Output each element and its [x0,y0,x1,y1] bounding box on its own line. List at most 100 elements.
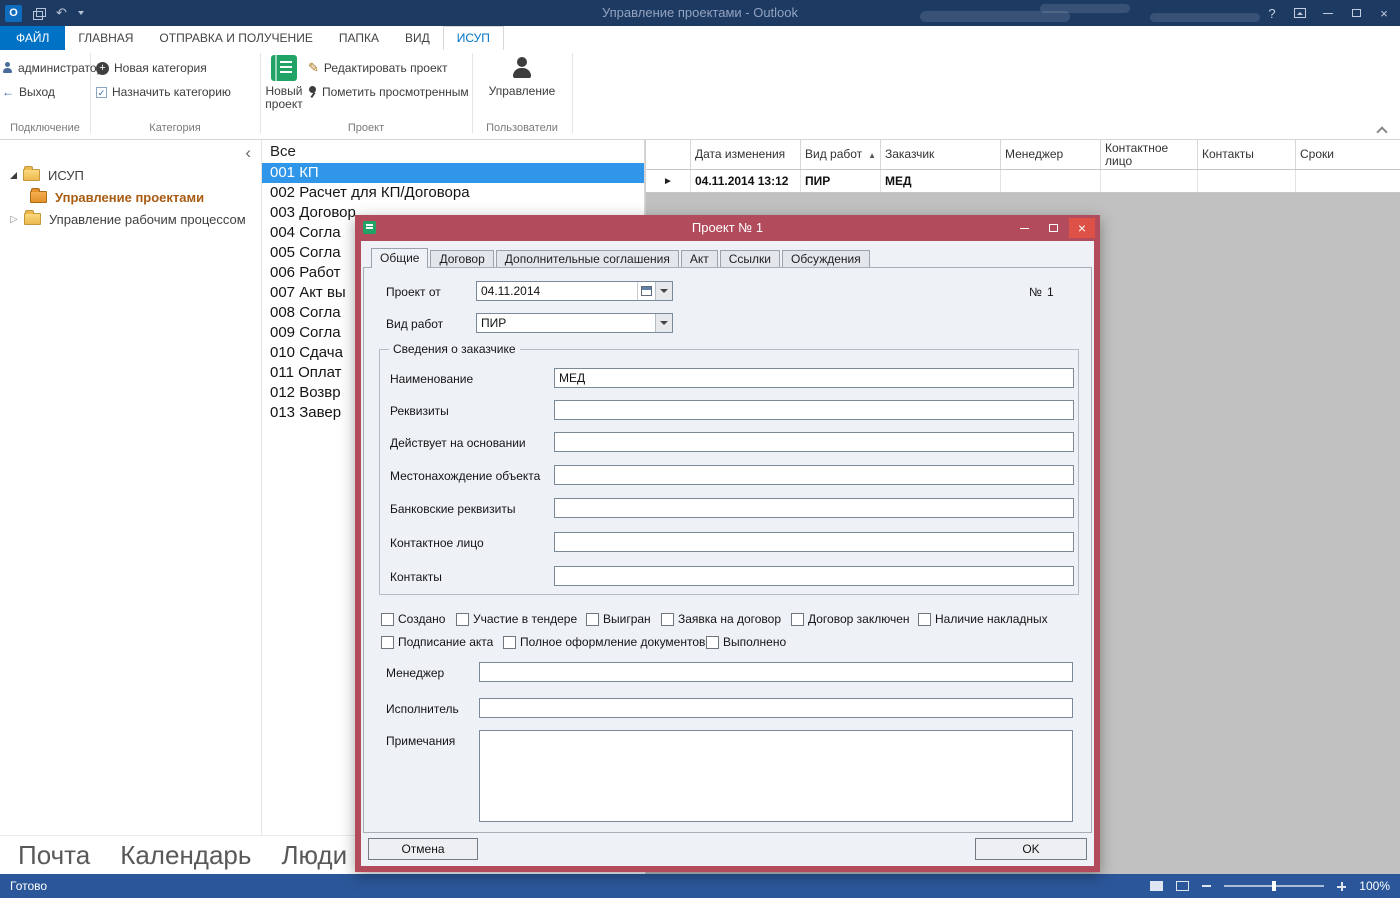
work-type-select[interactable]: ПИР [476,313,673,333]
tree-item-project-management[interactable]: Управление проектами [0,186,261,208]
table-row[interactable]: ► 04.11.2014 13:12 ПИР МЕД [646,170,1400,193]
collapse-folder-pane-icon[interactable]: ‹ [245,144,251,162]
tree-item-project-management-label: Управление проектами [55,189,205,205]
dialog-tab-bar: Общие Договор Дополнительные соглашения … [371,248,872,268]
column-header-marker[interactable] [646,140,691,169]
logged-user-button[interactable]: администратор [2,58,103,78]
minimize-button[interactable] [1314,0,1342,26]
customer-name-input[interactable] [554,368,1074,388]
edit-project-button[interactable]: ✎ Редактировать проект [308,58,448,78]
normal-view-icon[interactable] [1150,881,1164,891]
list-filter-all[interactable]: Все [262,140,644,163]
executor-input[interactable] [479,698,1073,718]
tab-folder[interactable]: ПАПКА [326,26,392,50]
window-controls: ? × [1258,0,1398,26]
close-button[interactable]: × [1370,0,1398,26]
tree-item-workflow-management[interactable]: ▷ Управление рабочим процессом [0,208,261,230]
tree-collapsed-icon[interactable]: ▷ [10,214,18,225]
assign-category-button[interactable]: ✓ Назначить категорию [96,82,231,102]
tab-view[interactable]: ВИД [392,26,443,50]
checkbox-act-signing-label: Подписание акта [398,635,494,649]
dialog-tab-general[interactable]: Общие [371,248,429,268]
object-location-input[interactable] [554,465,1074,485]
checkbox-won-label: Выигран [603,612,651,626]
column-header-customer[interactable]: Заказчик [881,140,1001,169]
dialog-tab-links[interactable]: Ссылки [719,250,780,267]
bank-requisites-input[interactable] [554,498,1074,518]
notes-textarea[interactable] [479,730,1073,822]
collapse-ribbon-icon[interactable] [1376,126,1388,138]
column-header-deadlines[interactable]: Сроки [1296,140,1400,169]
zoom-in-icon[interactable] [1337,881,1347,891]
contacts-input[interactable] [554,566,1074,586]
dialog-tab-discussions[interactable]: Обсуждения [781,250,870,267]
column-header-manager[interactable]: Менеджер [1001,140,1101,169]
restore-button[interactable] [1342,0,1370,26]
manager-input[interactable] [479,662,1073,682]
checkbox-contract-signed[interactable]: Договор заключен [791,612,910,626]
group-separator [572,53,573,133]
acts-on-basis-input[interactable] [554,432,1074,452]
checkbox-created[interactable]: Создано [381,612,445,626]
manager-label: Менеджер [386,666,445,680]
mark-viewed-button[interactable]: Пометить просмотренным [308,82,469,102]
reading-view-icon[interactable] [1176,881,1190,891]
cancel-button[interactable]: Отмена [368,838,478,860]
manage-users-button[interactable]: Управление [478,55,566,98]
nav-mail[interactable]: Почта [18,840,90,871]
tab-home[interactable]: ГЛАВНАЯ [65,26,146,50]
zoom-level[interactable]: 100% [1359,879,1390,893]
zoom-out-icon[interactable] [1202,885,1212,887]
column-header-worktype[interactable]: Вид работ ▲ [801,140,881,169]
contact-person-input[interactable] [554,532,1074,552]
nav-people[interactable]: Люди [281,840,347,871]
project-number-label: № [1029,285,1042,299]
column-header-date[interactable]: Дата изменения [691,140,801,169]
list-item[interactable]: 001 КП [262,163,644,183]
list-item[interactable]: 002 Расчет для КП/Договора [262,183,644,203]
tab-file[interactable]: ФАЙЛ [0,26,66,50]
checkbox-invoices[interactable]: Наличие накладных [918,612,1048,626]
dialog-close-button[interactable]: × [1069,218,1095,238]
clouds-decoration [1040,4,1130,13]
dialog-tab-additional-agreements[interactable]: Дополнительные соглашения [495,250,679,267]
column-header-contacts[interactable]: Контакты [1198,140,1296,169]
tree-expanded-icon[interactable] [10,171,17,179]
project-date-picker[interactable]: 04.11.2014 [476,281,673,301]
executor-label: Исполнитель [386,702,459,716]
dialog-tab-act[interactable]: Акт [680,250,718,267]
checkbox-act-signing[interactable]: Подписание акта [381,635,493,649]
restore-glyph [1351,9,1361,17]
tab-isup[interactable]: ИСУП [442,26,504,50]
ok-button[interactable]: OK [975,838,1087,860]
tree-item-isup[interactable]: ИСУП [0,164,261,186]
dialog-minimize-button[interactable] [1011,218,1037,238]
checkbox-contract-signed-label: Договор заключен [808,612,910,626]
checkbox-won[interactable]: Выигран [586,612,651,626]
new-category-button[interactable]: + Новая категория [96,58,207,78]
calendar-icon[interactable] [637,282,655,300]
help-icon[interactable]: ? [1258,0,1286,26]
zoom-slider-thumb[interactable] [1272,881,1277,891]
checkbox-done[interactable]: Выполнено [706,635,786,649]
checkbox-tender[interactable]: Участие в тендере [456,612,577,626]
tree-item-workflow-management-label: Управление рабочим процессом [49,211,246,227]
zoom-slider[interactable] [1224,881,1325,891]
datepicker-dropdown-arrow[interactable] [655,282,672,300]
checkbox-contract-request[interactable]: Заявка на договор [661,612,781,626]
work-type-dropdown-arrow[interactable] [655,314,672,332]
ribbon-display-options-icon[interactable] [1286,0,1314,26]
requisites-input[interactable] [554,400,1074,420]
new-project-button[interactable]: Новый проект [262,55,306,111]
dialog-tab-contract[interactable]: Договор [430,250,494,267]
column-header-contact-person[interactable]: Контактное лицо [1101,140,1198,169]
checkbox-created-label: Создано [398,612,446,626]
logout-button[interactable]: ← Выход [2,82,55,102]
contact-person-label: Контактное лицо [390,536,484,550]
nav-calendar[interactable]: Календарь [120,840,251,871]
checkbox-box [503,635,516,649]
folder-icon [30,188,47,203]
dialog-maximize-button[interactable] [1040,218,1066,238]
checkbox-full-docs[interactable]: Полное оформление документов [503,635,705,649]
tab-send-receive[interactable]: ОТПРАВКА И ПОЛУЧЕНИЕ [146,26,325,50]
